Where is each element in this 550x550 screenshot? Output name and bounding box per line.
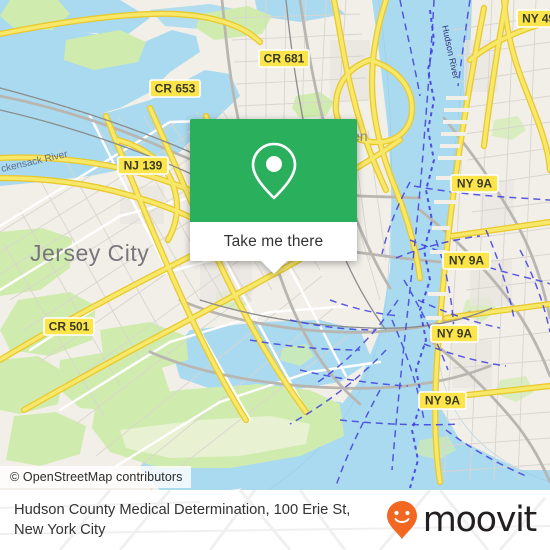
road-shield-label: NY 495 [522,12,550,26]
road-shield-label: NJ 139 [124,159,163,173]
road-shield-label: CR 681 [264,52,305,66]
map-preview-screen: Jersey City en ckensack River Hudson Riv… [0,0,550,550]
road-shield: CR 653 [149,79,201,98]
road-shield-label: CR 653 [155,82,196,96]
take-me-there-label: Take me there [223,232,324,250]
road-shield: NY 9A [430,324,479,343]
location-pin-icon [251,142,296,199]
road-shield: NJ 139 [117,156,169,175]
popup-image-area [190,119,357,222]
popup-footer[interactable]: Take me there [190,222,357,274]
road-shield-label: CR 501 [49,320,90,334]
road-shield: NY 9A [442,251,491,270]
popup-tail [260,261,287,274]
moovit-wordmark: moovit [422,499,538,540]
road-shield: NY 495 [516,9,550,28]
road-shield-label: NY 9A [449,254,484,268]
map-city-label-jersey-city: Jersey City [30,240,149,266]
road-shield-label: NY 9A [457,177,492,191]
road-shield: NY 9A [418,391,467,410]
osm-attribution[interactable]: © OpenStreetMap contributors [0,466,191,488]
road-shield: NY 9A [450,174,499,193]
road-shield: CR 501 [43,317,95,336]
bottom-banner: Hudson County Medical Determination, 100… [0,490,550,550]
location-popup-card[interactable]: Take me there [190,119,357,274]
moovit-smiley-pin-icon [386,501,417,539]
road-shield: CR 681 [258,49,310,68]
location-title: Hudson County Medical Determination, 100… [14,502,351,538]
moovit-logo[interactable]: moovit [385,500,540,540]
road-shield-label: NY 9A [425,394,460,408]
road-shield-label: NY 9A [437,327,472,341]
